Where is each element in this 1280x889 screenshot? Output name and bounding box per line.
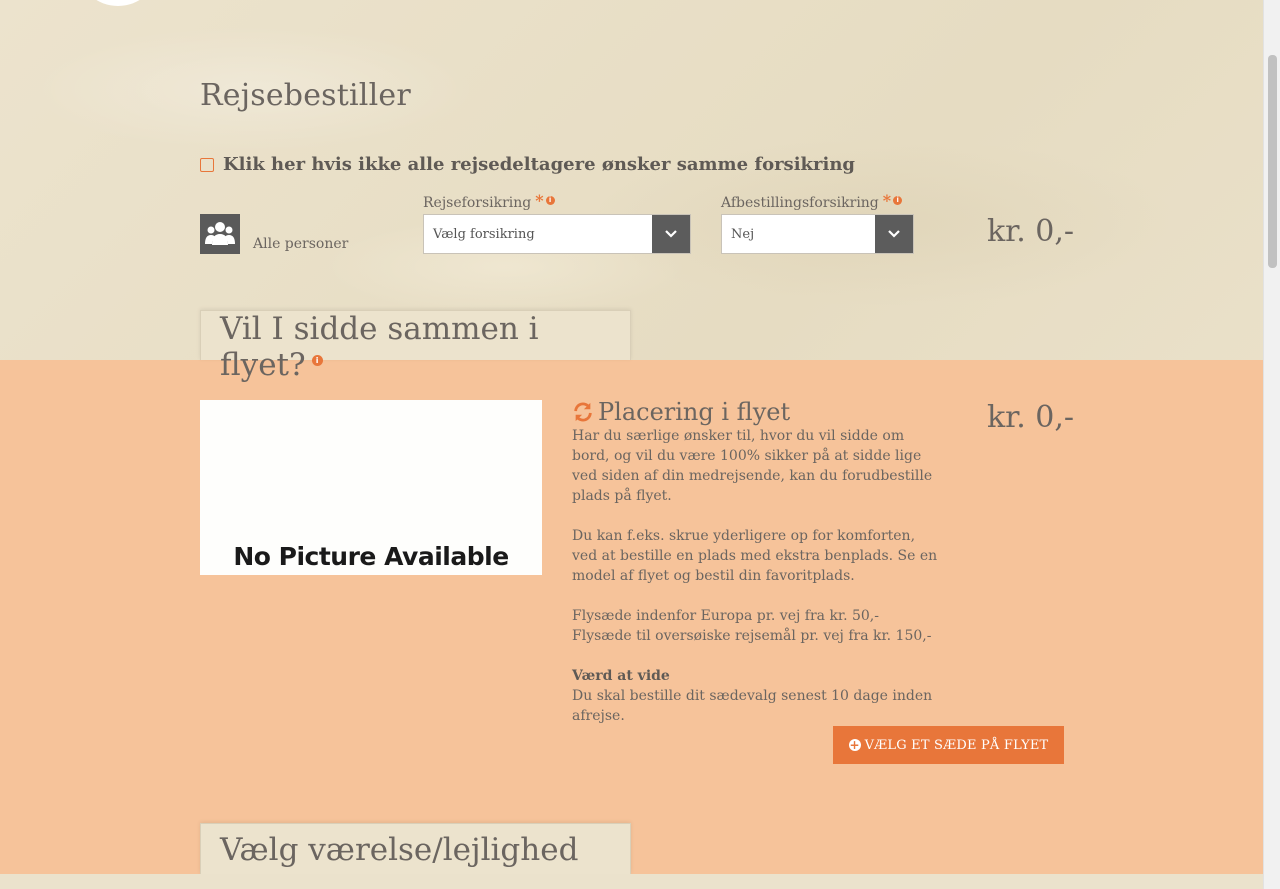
page-title: Rejsebestiller	[200, 78, 411, 113]
choose-seat-button-label: VÆLG ET SÆDE PÅ FLYET	[864, 737, 1049, 753]
scroll-thumb[interactable]	[1268, 55, 1277, 268]
scrollbar[interactable]	[1263, 0, 1280, 889]
checkbox-label[interactable]: Klik her hvis ikke alle rejsedeltagere ø…	[223, 154, 855, 175]
paragraph: Flysæde indenfor Europa pr. vej fra kr. …	[572, 608, 932, 644]
travel-insurance-value: Vælg forsikring	[433, 226, 535, 242]
seat-image: No Picture Available	[200, 400, 542, 575]
insurance-price: kr. 0,-	[987, 214, 1075, 249]
info-icon[interactable]: i	[311, 355, 323, 366]
refresh-icon	[574, 402, 592, 422]
cancel-insurance-label-text: Afbestillingsforsikring	[721, 195, 879, 211]
travel-insurance-label-text: Rejseforsikring	[423, 195, 532, 211]
chevron-down-icon[interactable]	[652, 215, 690, 253]
room-section-title: Vælg værelse/lejlighed	[220, 832, 579, 868]
cancel-insurance-value: Nej	[731, 226, 755, 242]
note-text: Du skal bestille dit sædevalg senest 10 …	[572, 688, 933, 724]
image-placeholder-text: No Picture Available	[233, 542, 509, 571]
seat-description: Har du særlige ønsker til, hvor du vil s…	[572, 426, 942, 726]
checkbox[interactable]	[200, 157, 214, 172]
info-icon[interactable]: i	[893, 196, 903, 205]
cancel-insurance-label: Afbestillingsforsikring * i	[721, 191, 903, 211]
required-mark: *	[535, 191, 544, 210]
info-icon[interactable]: i	[545, 196, 555, 205]
seat-price: kr. 0,-	[987, 400, 1075, 435]
room-section-tab: Vælg værelse/lejlighed	[200, 823, 631, 874]
cancel-insurance-select[interactable]: Nej	[721, 214, 914, 254]
seat-section-tab: Vil I sidde sammen i flyet? i	[200, 310, 631, 383]
paragraph: Har du særlige ønsker til, hvor du vil s…	[572, 428, 933, 504]
room-section-strip	[0, 874, 1263, 889]
paragraph: Du kan f.eks. skrue yderligere op for ko…	[572, 528, 938, 584]
choose-seat-button[interactable]: + VÆLG ET SÆDE PÅ FLYET	[833, 726, 1064, 764]
persons-group-icon	[200, 214, 240, 254]
same-insurance-toggle[interactable]: Klik her hvis ikke alle rejsedeltagere ø…	[200, 154, 855, 175]
seat-heading: Placering i flyet	[572, 398, 790, 426]
persons-label: Alle personer	[253, 236, 349, 252]
travel-insurance-label: Rejseforsikring * i	[423, 191, 555, 211]
travel-insurance-select[interactable]: Vælg forsikring	[423, 214, 691, 254]
note-title: Værd at vide	[572, 668, 670, 684]
required-mark: *	[882, 191, 892, 210]
seat-title: Placering i flyet	[598, 398, 791, 426]
plus-circle-icon: +	[848, 738, 861, 752]
chevron-down-icon[interactable]	[875, 215, 913, 253]
